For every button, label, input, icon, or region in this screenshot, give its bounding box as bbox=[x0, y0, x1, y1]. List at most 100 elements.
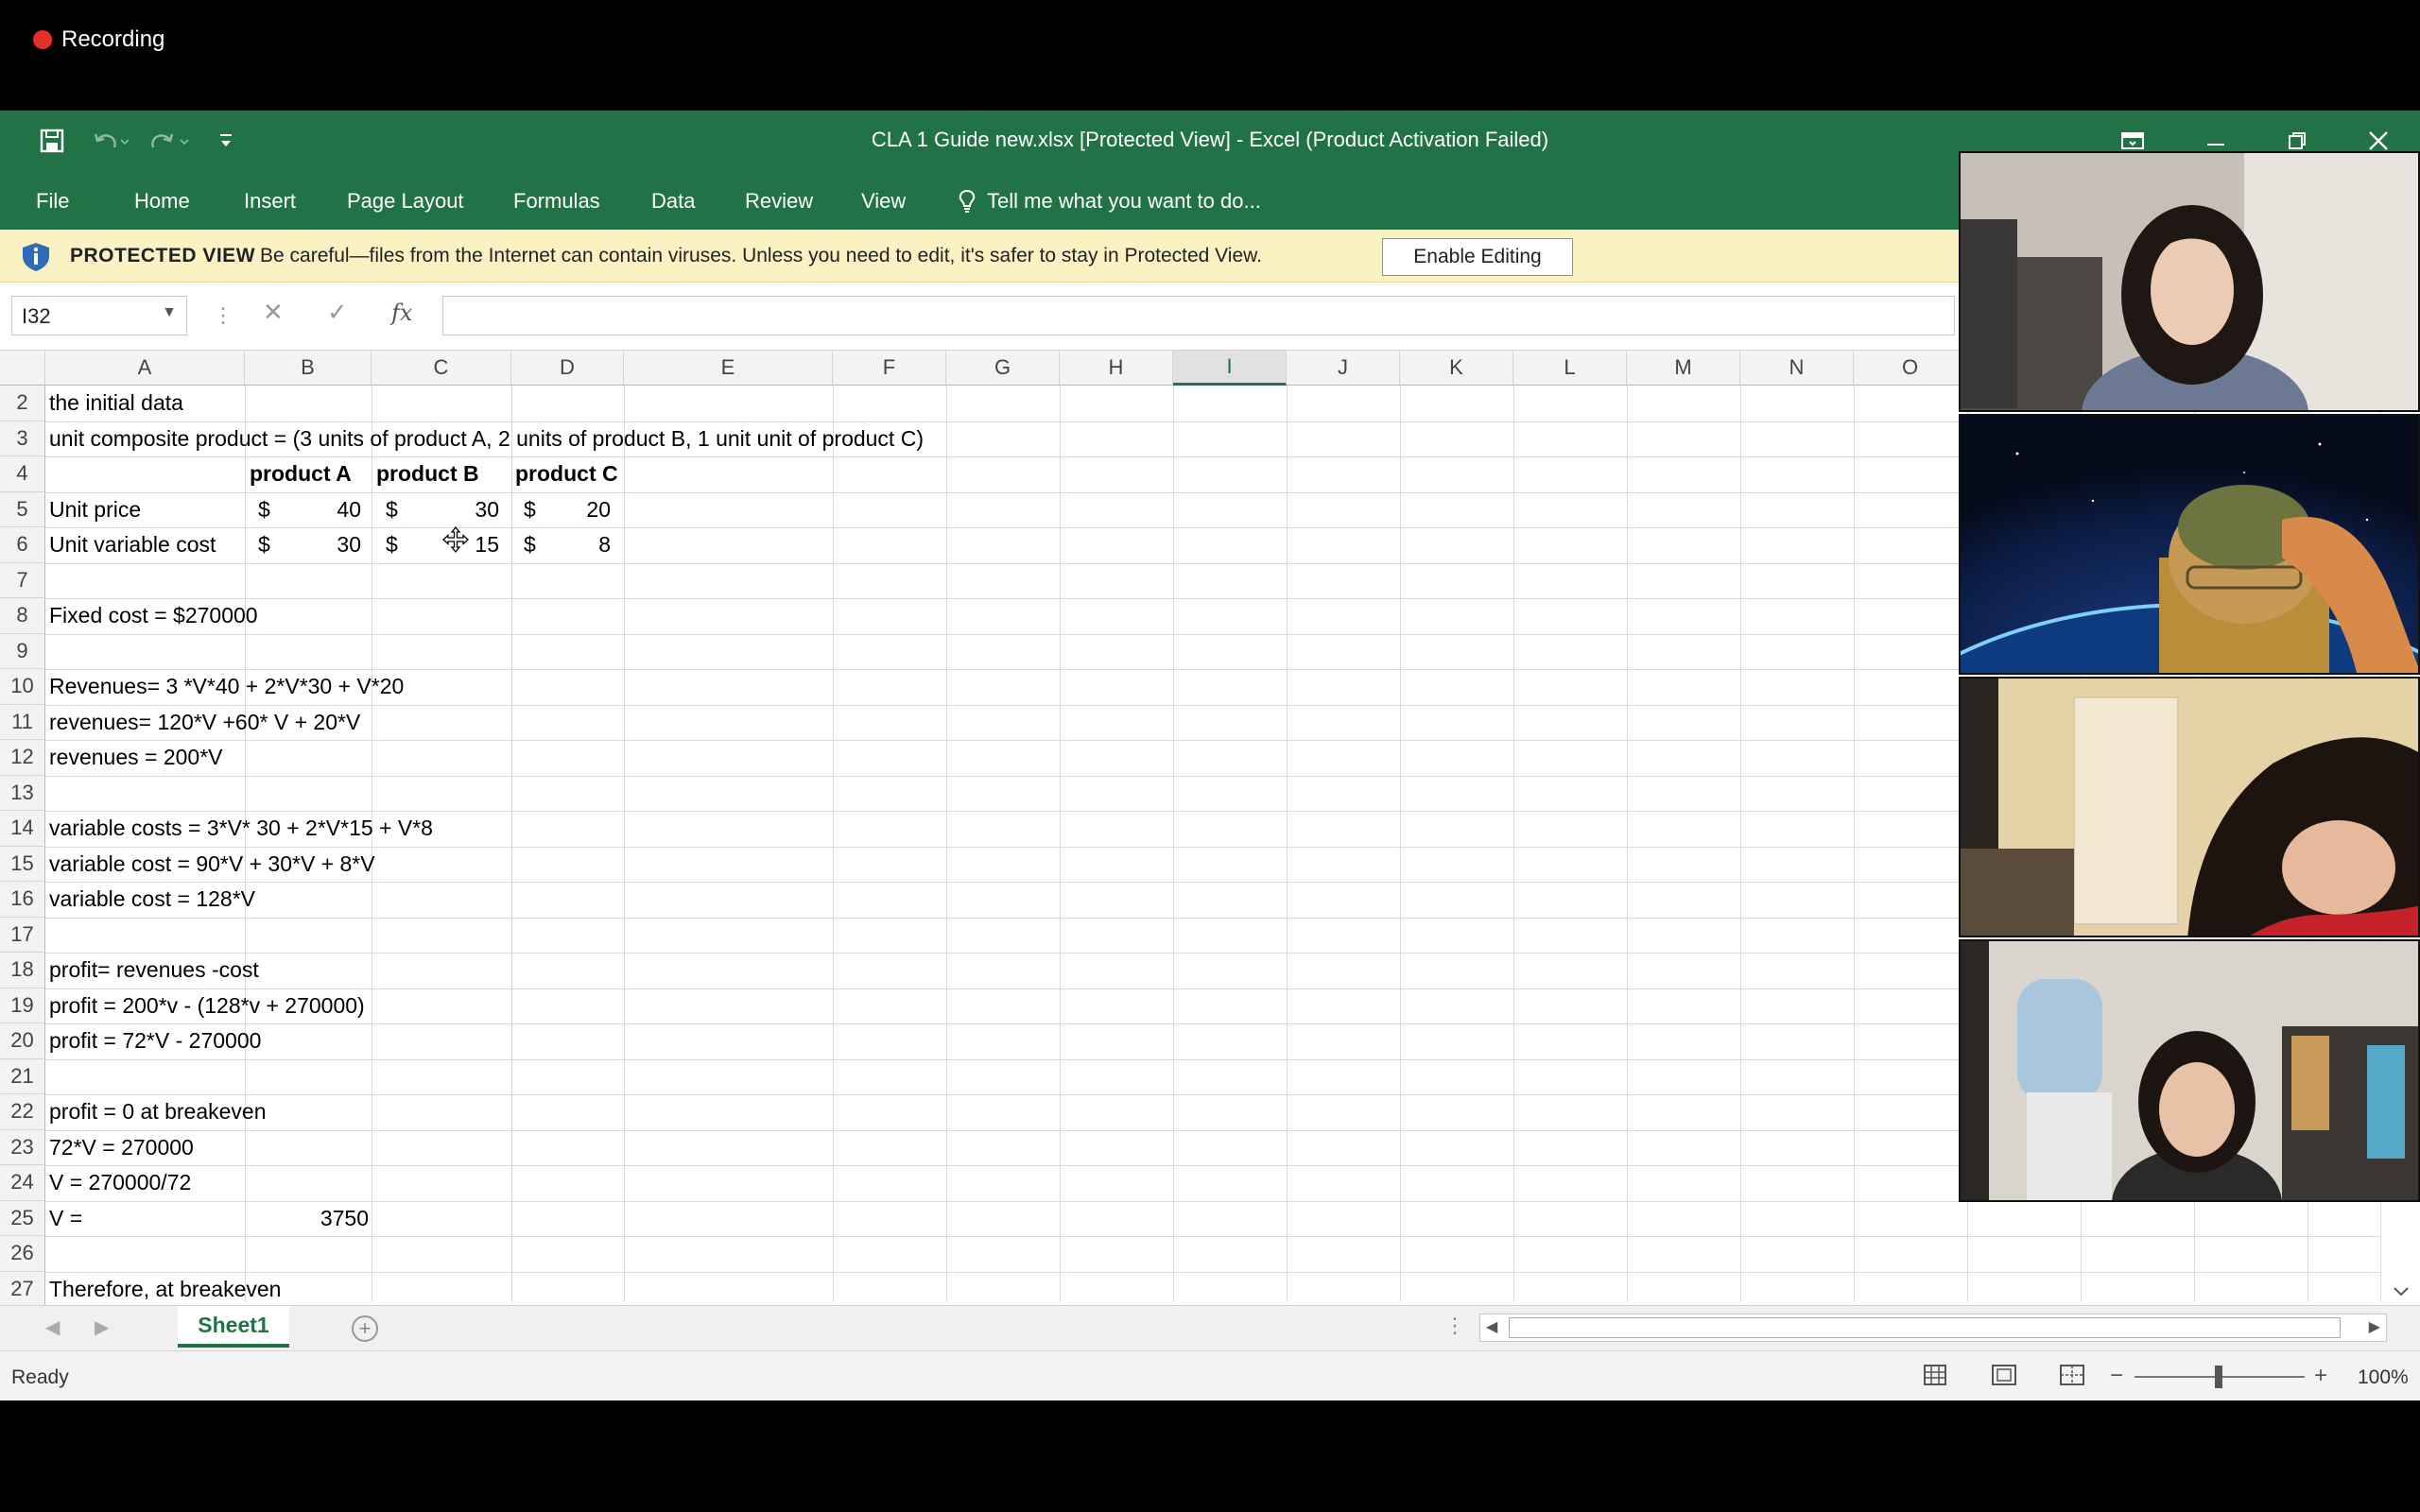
scroll-thumb[interactable] bbox=[1509, 1317, 2341, 1338]
page-break-preview-icon[interactable] bbox=[2059, 1363, 2085, 1393]
row-header-2[interactable]: 2 bbox=[0, 386, 45, 421]
cell-a20[interactable]: profit = 72*V - 270000 bbox=[49, 1023, 261, 1059]
column-header-n[interactable]: N bbox=[1740, 351, 1854, 386]
tab-file[interactable]: File bbox=[36, 189, 69, 214]
cell-b6[interactable]: 30 bbox=[284, 527, 361, 563]
column-header-a[interactable]: A bbox=[45, 351, 245, 386]
tab-formulas[interactable]: Formulas bbox=[513, 189, 600, 214]
column-header-h[interactable]: H bbox=[1060, 351, 1173, 386]
tell-me-search[interactable]: Tell me what you want to do... bbox=[957, 189, 1261, 214]
column-header-e[interactable]: E bbox=[624, 351, 833, 386]
row-header-17[interactable]: 17 bbox=[0, 917, 45, 953]
row-header-18[interactable]: 18 bbox=[0, 953, 45, 988]
cell-b4[interactable]: product A bbox=[250, 456, 352, 492]
cell-a22[interactable]: profit = 0 at breakeven bbox=[49, 1094, 267, 1130]
row-header-10[interactable]: 10 bbox=[0, 669, 45, 705]
column-header-m[interactable]: M bbox=[1627, 351, 1740, 386]
next-sheet-icon[interactable]: ▶ bbox=[95, 1315, 109, 1339]
column-header-i[interactable]: I bbox=[1173, 351, 1287, 386]
page-layout-view-icon[interactable] bbox=[1991, 1363, 2017, 1393]
select-all-corner[interactable] bbox=[0, 351, 45, 386]
chevron-down-icon[interactable]: ▼ bbox=[162, 304, 177, 321]
enable-editing-button[interactable]: Enable Editing bbox=[1382, 238, 1573, 276]
column-header-g[interactable]: G bbox=[946, 351, 1060, 386]
cell-a19[interactable]: profit = 200*v - (128*v + 270000) bbox=[49, 988, 365, 1024]
cell-a18[interactable]: profit= revenues -cost bbox=[49, 953, 259, 988]
row-header-21[interactable]: 21 bbox=[0, 1058, 45, 1094]
column-header-b[interactable]: B bbox=[245, 351, 372, 386]
row-header-16[interactable]: 16 bbox=[0, 882, 45, 918]
add-sheet-icon[interactable]: + bbox=[352, 1315, 378, 1342]
normal-view-icon[interactable] bbox=[1923, 1363, 1947, 1393]
tab-data[interactable]: Data bbox=[651, 189, 695, 214]
formula-input[interactable] bbox=[442, 296, 1955, 335]
cell-a25[interactable]: V = bbox=[49, 1201, 82, 1237]
zoom-level[interactable]: 100% bbox=[2358, 1366, 2409, 1389]
sheet-tab-sheet1[interactable]: Sheet1 bbox=[178, 1306, 289, 1348]
column-header-o[interactable]: O bbox=[1854, 351, 1967, 386]
scroll-left-icon[interactable]: ◀ bbox=[1486, 1317, 1497, 1336]
video-tile-participant-2[interactable] bbox=[1959, 414, 2420, 675]
row-header-11[interactable]: 11 bbox=[0, 704, 45, 740]
cancel-entry-icon[interactable]: ✕ bbox=[263, 298, 284, 327]
tab-review[interactable]: Review bbox=[745, 189, 813, 214]
row-header-26[interactable]: 26 bbox=[0, 1236, 45, 1272]
zoom-slider-thumb[interactable] bbox=[2215, 1366, 2222, 1388]
row-header-22[interactable]: 22 bbox=[0, 1094, 45, 1130]
cell-a15[interactable]: variable cost = 90*V + 30*V + 8*V bbox=[49, 847, 375, 883]
tab-page-layout[interactable]: Page Layout bbox=[347, 189, 464, 214]
cell-a6[interactable]: Unit variable cost bbox=[49, 527, 216, 563]
video-tile-participant-4[interactable] bbox=[1959, 939, 2420, 1202]
row-header-19[interactable]: 19 bbox=[0, 988, 45, 1023]
row-header-14[interactable]: 14 bbox=[0, 811, 45, 847]
column-header-f[interactable]: F bbox=[833, 351, 946, 386]
cell-a3[interactable]: unit composite product = (3 units of pro… bbox=[49, 421, 924, 457]
cell-a14[interactable]: variable costs = 3*V* 30 + 2*V*15 + V*8 bbox=[49, 811, 433, 847]
column-header-k[interactable]: K bbox=[1400, 351, 1513, 386]
cell-c5[interactable]: 30 bbox=[416, 492, 499, 528]
row-header-4[interactable]: 4 bbox=[0, 456, 45, 492]
splitter-icon[interactable]: ⋮ bbox=[1444, 1314, 1465, 1338]
row-header-15[interactable]: 15 bbox=[0, 846, 45, 882]
prev-sheet-icon[interactable]: ◀ bbox=[45, 1315, 60, 1339]
cell-d6[interactable]: 8 bbox=[548, 527, 611, 563]
cell-a5[interactable]: Unit price bbox=[49, 492, 141, 528]
zoom-out-icon[interactable]: − bbox=[2110, 1363, 2123, 1389]
zoom-in-icon[interactable]: + bbox=[2314, 1363, 2327, 1389]
cell-c4[interactable]: product B bbox=[376, 456, 479, 492]
column-header-d[interactable]: D bbox=[511, 351, 624, 386]
row-header-12[interactable]: 12 bbox=[0, 740, 45, 776]
video-tile-participant-3[interactable] bbox=[1959, 677, 2420, 937]
cell-a8[interactable]: Fixed cost = $270000 bbox=[49, 598, 258, 634]
tab-view[interactable]: View bbox=[861, 189, 906, 214]
cell-a11[interactable]: revenues= 120*V +60* V + 20*V bbox=[49, 705, 360, 741]
cell-d5[interactable]: 20 bbox=[548, 492, 611, 528]
cell-b5[interactable]: 40 bbox=[284, 492, 361, 528]
row-header-5[interactable]: 5 bbox=[0, 491, 45, 527]
row-header-24[interactable]: 24 bbox=[0, 1165, 45, 1201]
cell-d4[interactable]: product C bbox=[515, 456, 618, 492]
cell-a24[interactable]: V = 270000/72 bbox=[49, 1165, 191, 1201]
row-header-6[interactable]: 6 bbox=[0, 527, 45, 563]
video-tile-participant-1[interactable] bbox=[1959, 151, 2420, 412]
column-header-c[interactable]: C bbox=[372, 351, 511, 386]
cell-a12[interactable]: revenues = 200*V bbox=[49, 740, 223, 776]
row-header-8[interactable]: 8 bbox=[0, 598, 45, 634]
cell-a16[interactable]: variable cost = 128*V bbox=[49, 882, 255, 918]
row-header-13[interactable]: 13 bbox=[0, 775, 45, 811]
row-header-20[interactable]: 20 bbox=[0, 1023, 45, 1059]
row-header-27[interactable]: 27 bbox=[0, 1271, 45, 1307]
column-header-j[interactable]: J bbox=[1287, 351, 1400, 386]
row-header-3[interactable]: 3 bbox=[0, 421, 45, 456]
scroll-right-icon[interactable]: ▶ bbox=[2369, 1317, 2380, 1336]
cell-b25[interactable]: 3750 bbox=[248, 1201, 369, 1237]
scroll-down-icon[interactable] bbox=[2392, 1285, 2411, 1298]
row-header-25[interactable]: 25 bbox=[0, 1200, 45, 1236]
name-box[interactable]: I32 ▼ bbox=[11, 296, 187, 335]
insert-function-icon[interactable]: fx bbox=[391, 300, 412, 326]
row-header-9[interactable]: 9 bbox=[0, 633, 45, 669]
tab-insert[interactable]: Insert bbox=[244, 189, 296, 214]
row-header-7[interactable]: 7 bbox=[0, 562, 45, 598]
row-header-23[interactable]: 23 bbox=[0, 1129, 45, 1165]
cell-a10[interactable]: Revenues= 3 *V*40 + 2*V*30 + V*20 bbox=[49, 669, 404, 705]
